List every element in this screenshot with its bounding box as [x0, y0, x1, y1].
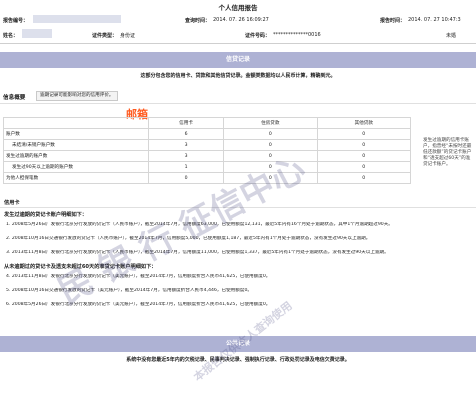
id-type-label: 证件类型：: [92, 33, 118, 39]
report-time-label: 报告时间：: [380, 18, 406, 24]
row-value: 0: [223, 139, 318, 151]
query-time-label: 查询时间：: [185, 18, 211, 24]
marital-status: 未婚: [446, 33, 457, 39]
report-no-redacted: [33, 15, 121, 23]
list-item: 2. 2008年10月16日交通银行发放的贷记卡（人民币账户），截至2014年7…: [6, 236, 371, 241]
row-value: 0: [316, 172, 412, 184]
row-value: 0: [316, 150, 412, 162]
table-row: 发生过逾期的账户数 3 0 0: [3, 150, 412, 162]
row-label: 未结清/未销户账户数: [3, 139, 149, 151]
row-value: 3: [147, 150, 225, 162]
report-time-value: 2014. 07. 27 10:47:3: [408, 17, 461, 23]
row-value: 6: [147, 128, 225, 140]
table-row: 发生过90天以上逾期的账户数 1 0 0: [3, 161, 412, 173]
table-header-cell: 其他贷款: [316, 117, 412, 129]
overview-table: 信用卡 住房贷款 其他贷款 账户数 6 0 0 未结清/未销户账户数 3 0 0…: [3, 117, 412, 184]
id-no-label: 证件号码：: [245, 33, 271, 39]
id-type-value: 身份证: [120, 33, 136, 39]
public-records-note: 系统中没有您最近5年内的欠税记录、民事判决记录、强制执行记录、行政处罚记录及电信…: [126, 357, 350, 363]
row-value: 0: [316, 139, 412, 151]
query-time-value: 2014. 07. 26 16:09:27: [213, 17, 269, 23]
row-label: 为他人担保笔数: [3, 172, 149, 184]
overview-tag: 逾期记录可能影响对您的信用评价。: [36, 91, 118, 101]
credit-records-band: 信贷记录: [0, 52, 476, 68]
row-value: 1: [147, 161, 225, 173]
row-value: 0: [316, 128, 412, 140]
name-label: 姓名：: [3, 33, 19, 39]
table-row: 未结清/未销户账户数 3 0 0: [3, 139, 412, 151]
table-header-cell: 住房贷款: [223, 117, 318, 129]
overview-side-note: 发生过逾期的信用卡账户，指曾经“未按时还最低还款额”的贷记卡账户和“透支超过60…: [423, 138, 472, 167]
row-label: 发生过90天以上逾期的账户数: [3, 161, 149, 173]
table-header-cell: [3, 117, 149, 129]
credit-card-heading: 信用卡: [4, 200, 20, 206]
row-value: 3: [147, 139, 225, 151]
row-value: 0: [316, 161, 412, 173]
table-row: 账户数 6 0 0: [3, 128, 412, 140]
overview-title: 信息概要: [3, 95, 26, 101]
header-divider: [0, 43, 476, 44]
table-header-row: 信用卡 住房贷款 其他贷款: [3, 117, 412, 129]
row-value: 0: [223, 128, 318, 140]
table-header-cell: 信用卡: [147, 117, 225, 129]
report-no-label: 报告编号：: [3, 18, 29, 24]
report-title: 个人信用报告: [218, 4, 258, 12]
row-label: 账户数: [3, 128, 149, 140]
overdue-accounts-title: 发生过逾期的贷记卡账户明细如下：: [4, 212, 88, 218]
credit-records-intro: 这部分包含您的信用卡、贷款和其他信贷记录。金额类数据均以人民币计算，精确到元。: [140, 73, 336, 79]
table-row: 为他人担保笔数 0 0 0: [3, 172, 412, 184]
overview-divider: [0, 103, 476, 104]
name-redacted: [22, 29, 52, 38]
id-no-value: **************0016: [273, 32, 321, 38]
row-label: 发生过逾期的账户数: [3, 150, 149, 162]
